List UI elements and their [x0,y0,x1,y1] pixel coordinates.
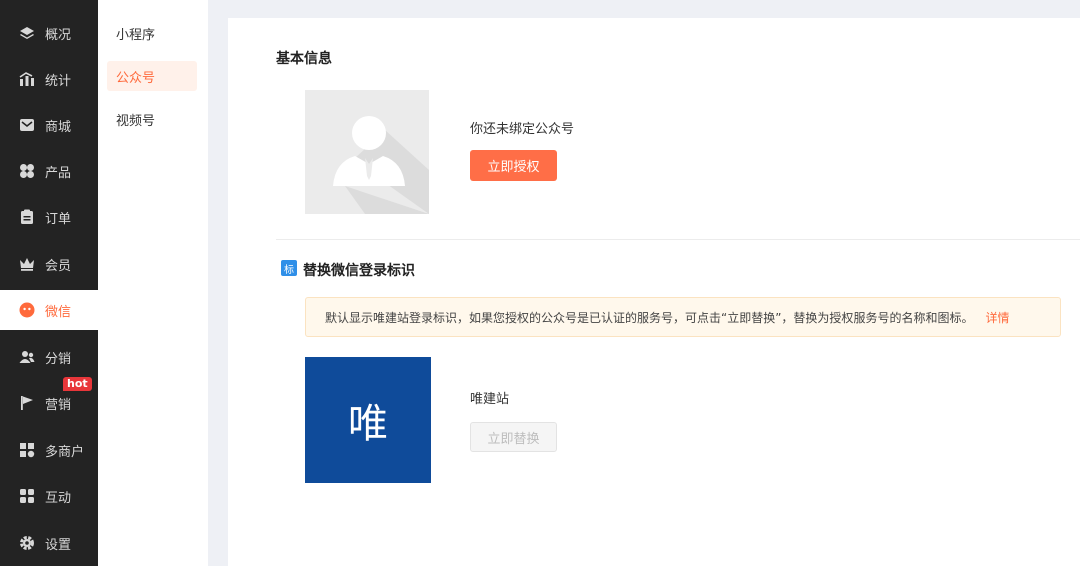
site-logo: 唯 [305,357,431,483]
stats-icon [19,71,35,87]
interact-icon [19,488,35,504]
nav-item-distribution[interactable]: 分销 [0,337,98,377]
merchant-icon [19,442,35,458]
nav-item-overview[interactable]: 概况 [0,13,98,53]
nav-label: 产品 [45,165,72,181]
nav-label: 会员 [45,258,72,274]
flag-icon [19,395,35,411]
site-name: 唯建站 [470,392,510,407]
nav-item-product[interactable]: 产品 [0,151,98,191]
account-avatar-placeholder [305,90,429,214]
replace-logo-notice: 默认显示唯建站登录标识，如果您授权的公众号是已认证的服务号，可点击“立即替换”，… [305,297,1061,337]
nav-item-settings[interactable]: 设置 [0,523,98,563]
replace-now-button[interactable]: 立即替换 [470,422,557,452]
nav-label: 分销 [45,351,72,367]
unbound-account-text: 你还未绑定公众号 [470,122,575,137]
nav-item-interact[interactable]: 互动 [0,476,98,516]
nav-label: 商城 [45,119,72,135]
gear-icon [19,535,35,551]
nav-label: 互动 [45,490,72,506]
nav-item-wechat[interactable]: 微信 [0,290,98,330]
nav-label: 多商户 [45,444,85,460]
submenu-item-miniprogram[interactable]: 小程序 [107,18,197,48]
replace-login-logo-title: 替换微信登录标识 [303,263,415,279]
authorize-button[interactable]: 立即授权 [470,150,557,181]
distribution-icon [19,349,35,365]
submenu-item-channels[interactable]: 视频号 [107,104,197,134]
notice-text: 默认显示唯建站登录标识，如果您授权的公众号是已认证的服务号，可点击“立即替换”，… [325,310,974,325]
basic-info-title: 基本信息 [276,51,332,67]
site-logo-char: 唯 [348,401,388,447]
layers-icon [19,25,35,41]
nav-item-store[interactable]: 商城 [0,105,98,145]
product-icon [19,163,35,179]
nav-item-member[interactable]: 会员 [0,244,98,284]
nav-label: 概况 [45,27,72,43]
nav-label: 统计 [45,73,72,89]
nav-label: 订单 [45,211,72,227]
main-nav: 概况 统计 商城 产品 订单 会员 微信 分销 营销 hot 多商户 互动 设置 [0,0,98,566]
nav-label: 微信 [45,304,72,320]
section-divider [276,239,1080,240]
submenu-item-official-account[interactable]: 公众号 [107,61,197,91]
order-icon [19,209,35,225]
nav-item-stats[interactable]: 统计 [0,59,98,99]
details-link[interactable]: 详情 [985,309,1009,326]
nav-label: 设置 [45,537,72,553]
nav-item-order[interactable]: 订单 [0,197,98,237]
wechat-submenu: 小程序 公众号 视频号 [98,0,208,566]
person-placeholder-icon [333,116,429,214]
nav-item-merchant[interactable]: 多商户 [0,430,98,470]
tag-icon: 标 [281,260,297,276]
store-icon [19,117,35,133]
nav-label: 营销 [45,397,72,413]
crown-icon [19,256,35,272]
hot-badge: hot [63,377,92,391]
wechat-icon [19,302,35,318]
